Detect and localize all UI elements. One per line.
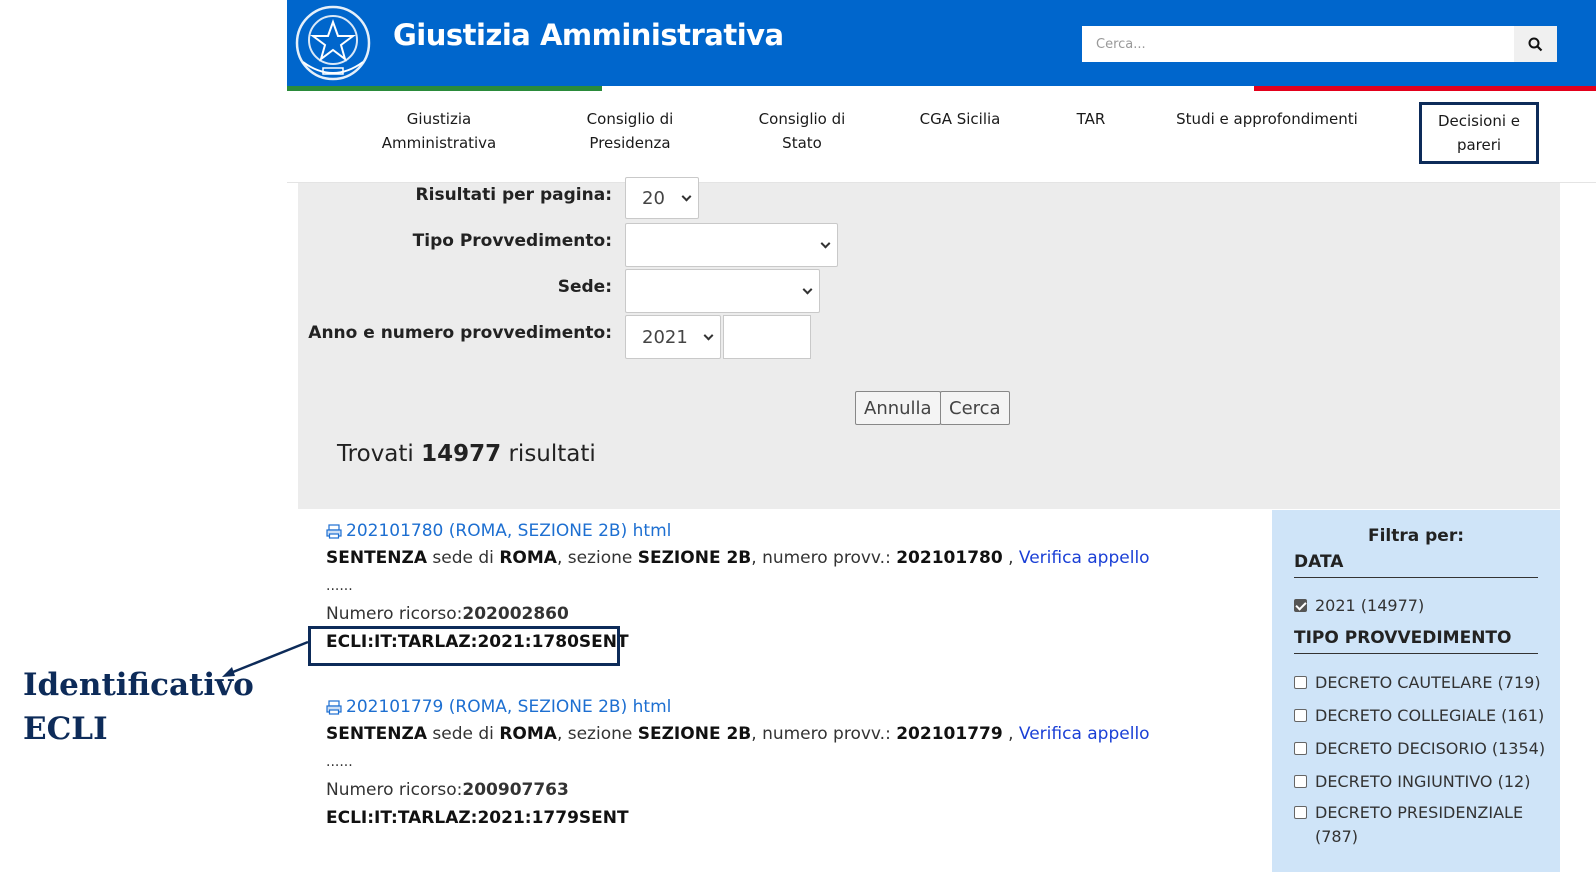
tipo-provvedimento-select[interactable] — [625, 223, 838, 267]
result-description: SENTENZA sede di ROMA, sezione SEZIONE 2… — [326, 548, 1150, 568]
verifica-appello-link[interactable]: Verifica appello — [1019, 724, 1150, 744]
tipo-provvedimento-label: Tipo Provvedimento: — [412, 231, 612, 251]
chevron-down-icon — [820, 238, 831, 249]
verifica-appello-link[interactable]: Verifica appello — [1019, 548, 1150, 568]
filter-item-decreto-cautelare[interactable]: DECRETO CAUTELARE (719) — [1294, 671, 1541, 695]
filter-sidebar: Filtra per: DATA 2021 (14977) TIPO PROVV… — [1272, 510, 1560, 872]
italian-republic-emblem-icon[interactable] — [293, 2, 373, 84]
main-navigation: Giustizia Amministrativa Consiglio di Pr… — [287, 91, 1596, 183]
numero-provvedimento-input[interactable] — [723, 315, 811, 359]
filter-title: Filtra per: — [1367, 526, 1465, 546]
nav-item-consiglio-stato[interactable]: Consiglio di Stato — [742, 107, 862, 155]
checkbox-checked[interactable] — [1294, 599, 1307, 612]
ecli-identifier: ECLI:IT:TARLAZ:2021:1779SENT — [326, 808, 629, 828]
print-document-icon — [326, 699, 342, 715]
cerca-button[interactable]: Cerca — [940, 391, 1010, 425]
search-icon — [1528, 37, 1543, 51]
checkbox[interactable] — [1294, 775, 1307, 788]
result-ellipsis: ...... — [326, 578, 353, 594]
site-title[interactable]: Giustizia Amministrativa — [393, 18, 784, 52]
site-header: Giustizia Amministrativa — [287, 0, 1596, 86]
nav-item-decisioni-pareri[interactable]: Decisioni e pareri — [1419, 102, 1539, 164]
nav-item-tar[interactable]: TAR — [1063, 107, 1119, 131]
checkbox[interactable] — [1294, 742, 1307, 755]
annotation-label: Identificativo ECLI — [23, 667, 254, 747]
filter-item-2021[interactable]: 2021 (14977) — [1294, 594, 1424, 618]
nav-item-giustizia-amministrativa[interactable]: Giustizia Amministrativa — [367, 107, 511, 155]
checkbox[interactable] — [1294, 709, 1307, 722]
sede-label: Sede: — [557, 277, 612, 297]
filter-heading-tipo: TIPO PROVVEDIMENTO — [1294, 628, 1538, 654]
results-per-page-select[interactable]: 20 — [625, 177, 699, 219]
search-input[interactable] — [1082, 26, 1514, 62]
ecli-highlight-box — [308, 626, 620, 666]
nav-item-cga-sicilia[interactable]: CGA Sicilia — [905, 107, 1015, 131]
numero-ricorso: Numero ricorso:202002860 — [326, 604, 569, 624]
annulla-button[interactable]: Annulla — [855, 391, 941, 425]
search-form-panel: Risultati per pagina: 20 Tipo Provvedime… — [298, 177, 1560, 509]
nav-item-consiglio-presidenza[interactable]: Consiglio di Presidenza — [565, 107, 695, 155]
numero-ricorso: Numero ricorso:200907763 — [326, 780, 569, 800]
filter-item-decreto-collegiale[interactable]: DECRETO COLLEGIALE (161) — [1294, 704, 1544, 728]
filter-item-decreto-ingiuntivo[interactable]: DECRETO INGIUNTIVO (12) — [1294, 770, 1530, 794]
chevron-down-icon — [802, 284, 813, 295]
result-title-link[interactable]: 202101780 (ROMA, SEZIONE 2B) html — [326, 518, 1206, 544]
checkbox[interactable] — [1294, 676, 1307, 689]
print-document-icon — [326, 523, 342, 539]
chevron-down-icon — [703, 330, 714, 341]
result-item: 202101779 (ROMA, SEZIONE 2B) html SENTEN… — [326, 694, 1206, 832]
anno-numero-label: Anno e numero provvedimento: — [308, 323, 612, 343]
filter-item-decreto-decisorio[interactable]: DECRETO DECISORIO (1354) — [1294, 737, 1545, 761]
checkbox[interactable] — [1294, 806, 1307, 819]
anno-select[interactable]: 2021 — [625, 315, 721, 359]
result-title-link[interactable]: 202101779 (ROMA, SEZIONE 2B) html — [326, 694, 1206, 720]
results-per-page-label: Risultati per pagina: — [415, 185, 612, 205]
filter-item-decreto-presidenziale[interactable]: DECRETO PRESIDENZIALE (787) — [1294, 801, 1523, 849]
result-ellipsis: ...... — [326, 754, 353, 770]
search-button[interactable] — [1514, 26, 1557, 62]
nav-item-studi-approfondimenti[interactable]: Studi e approfondimenti — [1167, 107, 1367, 131]
results-count: Trovati 14977 risultati — [337, 441, 596, 467]
chevron-down-icon — [681, 191, 692, 202]
result-description: SENTENZA sede di ROMA, sezione SEZIONE 2… — [326, 724, 1150, 744]
filter-heading-data: DATA — [1294, 552, 1538, 578]
sede-select[interactable] — [625, 269, 820, 313]
